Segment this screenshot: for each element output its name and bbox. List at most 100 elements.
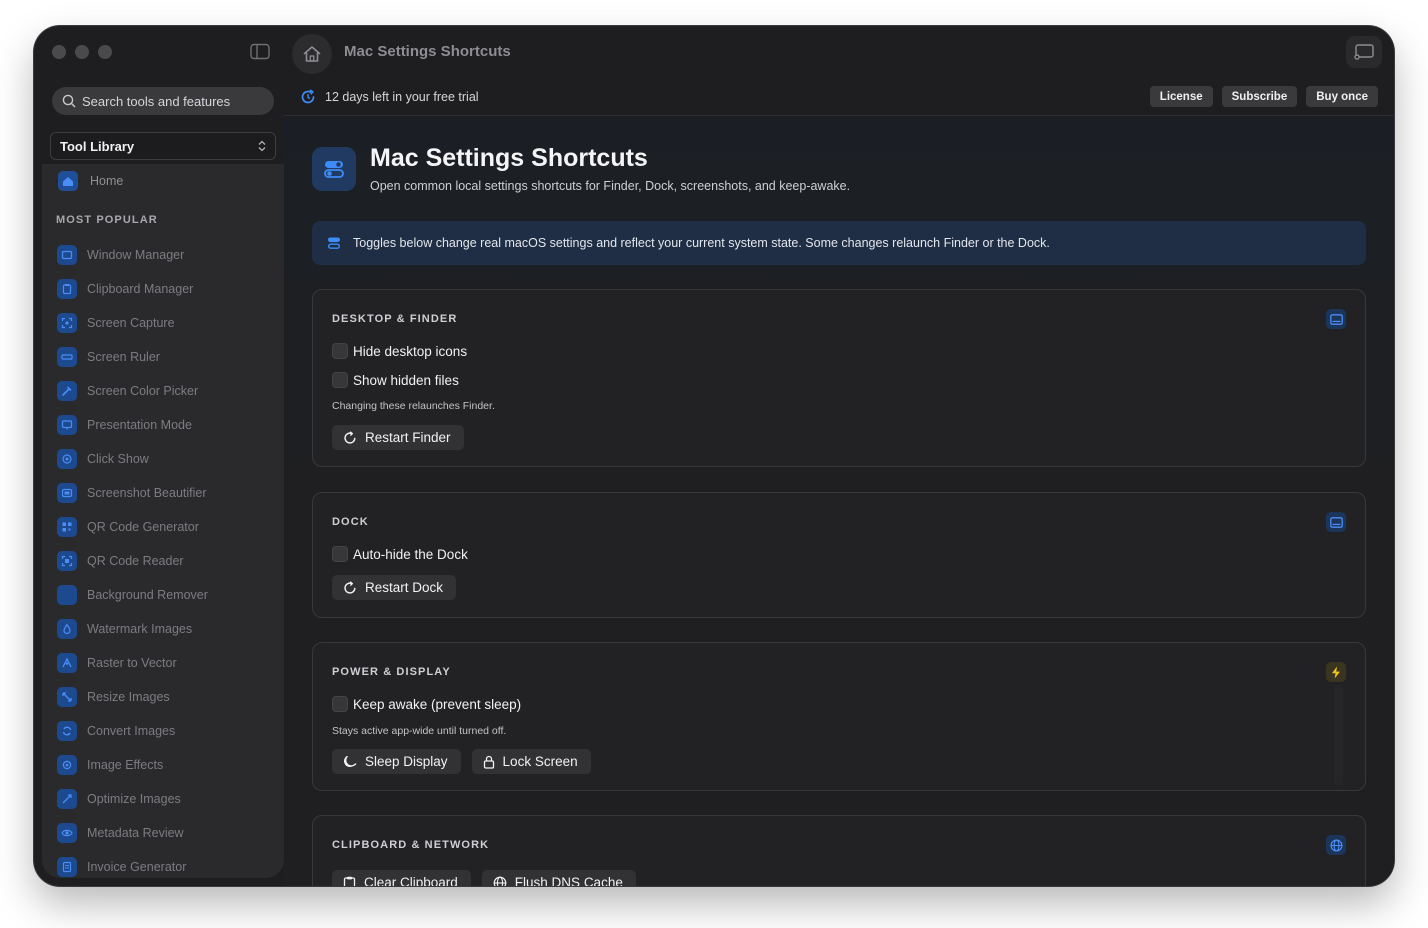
most-popular-heading: MOST POPULAR xyxy=(56,214,158,226)
sidebar-item-metadata-review[interactable]: Metadata Review xyxy=(57,816,277,850)
window-title: Mac Settings Shortcuts xyxy=(344,43,511,60)
vector-icon xyxy=(57,653,77,673)
house-icon xyxy=(303,46,321,62)
home-icon xyxy=(58,171,78,191)
lock-icon xyxy=(483,755,494,769)
sidebar-header: Search tools and features Tool Library xyxy=(42,78,284,164)
sidebar-item-label: Optimize Images xyxy=(87,792,181,806)
clipboard-icon xyxy=(57,279,77,299)
checkbox-label: Show hidden files xyxy=(353,372,459,388)
beautifier-icon xyxy=(57,483,77,503)
invoice-icon xyxy=(57,857,77,877)
sidebar-item-window-manager[interactable]: Window Manager xyxy=(57,238,277,272)
minimize-window-button[interactable] xyxy=(75,45,89,59)
sidebar-item-screen-ruler[interactable]: Screen Ruler xyxy=(57,340,277,374)
sidebar-item-screen-capture[interactable]: Screen Capture xyxy=(57,306,277,340)
trial-days-text: 12 days left in your free trial xyxy=(325,90,479,104)
screen-share-button[interactable] xyxy=(1346,36,1382,68)
sidebar: Search tools and features Tool Library H… xyxy=(42,78,284,878)
checkbox-label: Auto-hide the Dock xyxy=(353,546,468,562)
hide-desktop-icons-toggle[interactable]: Hide desktop icons xyxy=(332,343,467,359)
auto-hide-dock-toggle[interactable]: Auto-hide the Dock xyxy=(332,546,468,562)
moon-icon xyxy=(344,755,357,767)
checkbox[interactable] xyxy=(332,696,348,712)
sidebar-item-label: Watermark Images xyxy=(87,622,193,636)
card-title: DESKTOP & FINDER xyxy=(332,313,458,325)
close-window-button[interactable] xyxy=(52,45,66,59)
window-controls xyxy=(52,45,112,59)
desktop-finder-card: DESKTOP & FINDER Hide desktop icons Show… xyxy=(312,289,1366,467)
zoom-window-button[interactable] xyxy=(98,45,112,59)
page-subtitle: Open common local settings shortcuts for… xyxy=(370,179,851,193)
sidebar-item-label: Screen Ruler xyxy=(87,350,160,364)
sidebar-item-background-remover[interactable]: Background Remover xyxy=(57,578,277,612)
keep-awake-toggle[interactable]: Keep awake (prevent sleep) xyxy=(332,696,521,712)
card-scrollbar[interactable] xyxy=(1334,685,1343,785)
page-title: Mac Settings Shortcuts xyxy=(370,144,648,172)
checkbox-label: Hide desktop icons xyxy=(353,343,468,359)
toggles-icon xyxy=(312,147,356,191)
sidebar-item-image-effects[interactable]: Image Effects xyxy=(57,748,277,782)
clipboard-network-card: CLIPBOARD & NETWORK Clear Clipboard Flus… xyxy=(312,815,1366,886)
lock-screen-button[interactable]: Lock Screen xyxy=(471,749,591,774)
info-notice: Toggles below change real macOS settings… xyxy=(312,221,1366,265)
sidebar-item-optimize-images[interactable]: Optimize Images xyxy=(57,782,277,816)
sidebar-item-screenshot-beautifier[interactable]: Screenshot Beautifier xyxy=(57,476,277,510)
checkbox[interactable] xyxy=(332,343,348,359)
sidebar-item-clipboard-manager[interactable]: Clipboard Manager xyxy=(57,272,277,306)
search-input[interactable]: Search tools and features xyxy=(52,87,274,115)
sidebar-item-invoice-generator[interactable]: Invoice Generator xyxy=(57,850,277,878)
resize-icon xyxy=(57,687,77,707)
sidebar-item-convert-images[interactable]: Convert Images xyxy=(57,714,277,748)
sidebar-item-label: Window Manager xyxy=(87,248,185,262)
eyedropper-icon xyxy=(57,381,77,401)
flush-dns-button[interactable]: Flush DNS Cache xyxy=(481,870,636,886)
effects-icon xyxy=(57,755,77,775)
show-hidden-files-toggle[interactable]: Show hidden files xyxy=(332,372,459,388)
sidebar-item-qr-code-reader[interactable]: QR Code Reader xyxy=(57,544,277,578)
sleep-display-button[interactable]: Sleep Display xyxy=(332,749,461,774)
sidebar-toggle-icon[interactable] xyxy=(250,43,270,60)
sidebar-item-label: Resize Images xyxy=(87,690,170,704)
home-button[interactable] xyxy=(292,34,332,74)
tool-library-select[interactable]: Tool Library xyxy=(50,132,276,160)
subscribe-button[interactable]: Subscribe xyxy=(1221,86,1298,107)
clear-clipboard-button[interactable]: Clear Clipboard xyxy=(332,870,471,886)
flush-dns-label: Flush DNS Cache xyxy=(514,875,623,886)
sidebar-item-resize-images[interactable]: Resize Images xyxy=(57,680,277,714)
lock-screen-label: Lock Screen xyxy=(502,754,578,769)
restart-dock-button[interactable]: Restart Dock xyxy=(332,575,457,600)
sidebar-item-label: Convert Images xyxy=(87,724,176,738)
keep-awake-hint: Stays active app-wide until turned off. xyxy=(332,725,507,737)
buy-once-button[interactable]: Buy once xyxy=(1306,86,1378,107)
globe-icon xyxy=(1326,835,1346,855)
globe-icon xyxy=(493,876,507,886)
finder-hint: Changing these relaunches Finder. xyxy=(332,400,495,412)
presentation-icon xyxy=(57,415,77,435)
checkbox[interactable] xyxy=(332,546,348,562)
sidebar-item-presentation-mode[interactable]: Presentation Mode xyxy=(57,408,277,442)
click-icon xyxy=(57,449,77,469)
sidebar-item-click-show[interactable]: Click Show xyxy=(57,442,277,476)
sidebar-item-screen-color-picker[interactable]: Screen Color Picker xyxy=(57,374,277,408)
sidebar-item-label: Screenshot Beautifier xyxy=(87,486,207,500)
restart-finder-button[interactable]: Restart Finder xyxy=(332,425,464,450)
search-icon xyxy=(62,94,76,108)
drop-icon xyxy=(57,619,77,639)
sleep-display-label: Sleep Display xyxy=(365,754,448,769)
sidebar-item-label: Metadata Review xyxy=(87,826,184,840)
sidebar-item-home[interactable]: Home xyxy=(58,171,123,191)
sidebar-item-label: Click Show xyxy=(87,452,149,466)
ruler-icon xyxy=(57,347,77,367)
sidebar-item-watermark-images[interactable]: Watermark Images xyxy=(57,612,277,646)
restart-finder-label: Restart Finder xyxy=(365,430,451,445)
sidebar-item-qr-code-generator[interactable]: QR Code Generator xyxy=(57,510,277,544)
sidebar-item-raster-to-vector[interactable]: Raster to Vector xyxy=(57,646,277,680)
sidebar-item-label: QR Code Generator xyxy=(87,520,199,534)
license-button[interactable]: License xyxy=(1149,86,1213,107)
card-title: CLIPBOARD & NETWORK xyxy=(332,839,490,851)
capture-icon xyxy=(57,313,77,333)
checkbox[interactable] xyxy=(332,372,348,388)
sidebar-item-label: Invoice Generator xyxy=(87,860,187,874)
bolt-icon xyxy=(1326,662,1346,682)
